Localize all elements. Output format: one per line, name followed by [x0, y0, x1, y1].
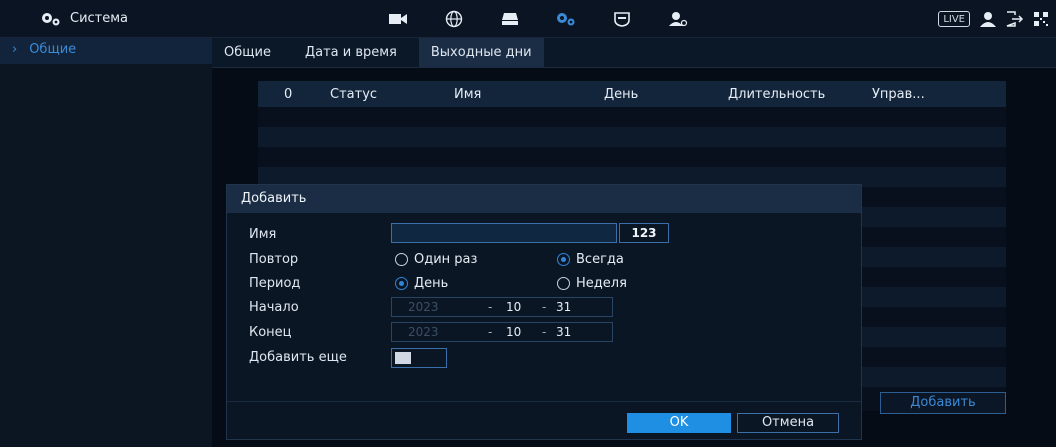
name-input[interactable] [391, 223, 617, 243]
end-day[interactable]: 31 [556, 325, 571, 339]
sidebar-item-label: Общие [29, 42, 77, 57]
storage-icon[interactable] [482, 0, 538, 38]
divider [227, 401, 861, 402]
dialog-title: Добавить [227, 185, 861, 213]
col-name: Имя [454, 86, 482, 102]
top-bar: Система LIVE [0, 0, 1056, 38]
system-settings-icon[interactable] [538, 0, 594, 38]
start-date-field[interactable]: 2023 - 10 - 31 [391, 297, 613, 317]
table-row [258, 147, 1006, 167]
system-title-text: Система [70, 11, 129, 26]
network-icon[interactable] [426, 0, 482, 38]
end-month[interactable]: 10 [506, 325, 521, 339]
date-separator: - [488, 325, 493, 339]
radio-label: Неделя [576, 276, 627, 291]
sidebar-item-general[interactable]: › Общие [0, 38, 212, 64]
start-month[interactable]: 10 [506, 300, 521, 314]
add-more-toggle[interactable] [391, 348, 447, 368]
repeat-always-radio[interactable]: Всегда [557, 252, 624, 267]
radio-off-icon [395, 253, 408, 266]
tab-bar: Общие Дата и время Выходные дни [212, 38, 1056, 68]
system-title: Система [40, 0, 128, 38]
period-day-radio[interactable]: День [395, 276, 448, 291]
table-row [258, 127, 1006, 147]
col-manage: Управ... [872, 86, 925, 102]
table-row [258, 107, 1006, 127]
security-shield-icon[interactable] [594, 0, 650, 38]
date-separator: - [542, 325, 547, 339]
date-separator: - [542, 300, 547, 314]
keyboard-button[interactable]: 123 [619, 223, 669, 243]
sidebar: › Общие [0, 38, 212, 447]
repeat-label: Повтор [249, 252, 299, 267]
radio-on-icon [395, 277, 408, 290]
cancel-button[interactable]: Отмена [737, 413, 839, 433]
tab-general[interactable]: Общие [212, 38, 283, 67]
qr-code-icon[interactable] [1034, 12, 1048, 26]
col-day: День [604, 86, 639, 102]
name-label: Имя [249, 227, 277, 242]
start-year: 2023 [408, 300, 439, 314]
tab-holidays[interactable]: Выходные дни [418, 38, 544, 67]
col-duration: Длительность [728, 86, 826, 102]
period-label: Период [249, 276, 301, 291]
gears-icon [42, 13, 60, 26]
radio-on-icon [557, 253, 570, 266]
add-holiday-button[interactable]: Добавить [880, 392, 1006, 414]
account-icon[interactable] [650, 0, 706, 38]
user-icon[interactable] [980, 11, 996, 27]
add-more-label: Добавить еще [249, 350, 347, 365]
date-separator: - [488, 300, 493, 314]
radio-label: Один раз [414, 252, 478, 267]
col-index: 0 [284, 86, 293, 102]
end-year: 2023 [408, 325, 439, 339]
logout-icon[interactable] [1006, 11, 1024, 27]
toggle-knob [395, 352, 411, 364]
radio-off-icon [557, 277, 570, 290]
start-label: Начало [249, 300, 299, 315]
radio-label: Всегда [576, 252, 624, 267]
tab-date-time[interactable]: Дата и время [293, 38, 409, 67]
camera-icon[interactable] [370, 0, 426, 38]
chevron-right-icon: › [12, 42, 18, 57]
end-date-field[interactable]: 2023 - 10 - 31 [391, 322, 613, 342]
repeat-once-radio[interactable]: Один раз [395, 252, 477, 267]
radio-label: День [414, 276, 449, 291]
table-header: 0 Статус Имя День Длительность Управ... [258, 81, 1006, 107]
add-holiday-dialog: Добавить Имя 123 Повтор Один раз Всегда … [226, 184, 862, 440]
ok-button[interactable]: OK [627, 413, 731, 433]
live-view-button[interactable]: LIVE [938, 11, 970, 27]
period-week-radio[interactable]: Неделя [557, 276, 627, 291]
start-day[interactable]: 31 [556, 300, 571, 314]
end-label: Конец [249, 325, 292, 340]
col-status: Статус [330, 86, 378, 102]
